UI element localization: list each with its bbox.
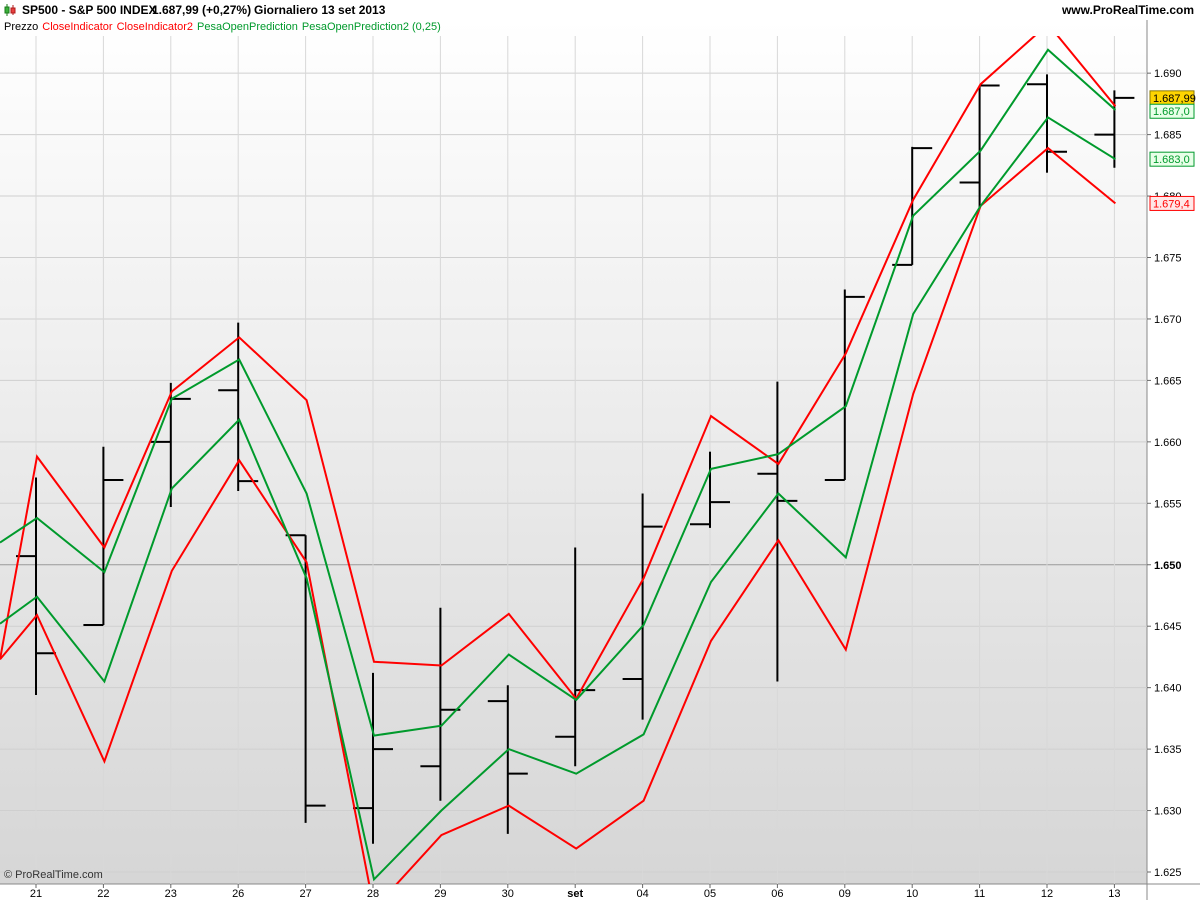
site-url[interactable]: www.ProRealTime.com bbox=[1062, 3, 1194, 17]
x-tick-label: 29 bbox=[434, 888, 446, 900]
y-tick-label: 1.660 bbox=[1154, 437, 1182, 449]
legend-prezzo[interactable]: Prezzo bbox=[4, 21, 38, 33]
chart: 1.625 1.630 1.635 1.640 1.645 1.650 1.655 1.660… bbox=[0, 20, 1200, 900]
price-change: 1.687,99 (+0,27%) bbox=[152, 3, 252, 17]
x-tick-label: 28 bbox=[367, 888, 379, 900]
price-label-text: 1.687,99 bbox=[1153, 93, 1196, 105]
copyright: © ProRealTime.com bbox=[4, 869, 103, 881]
x-tick-label: 12 bbox=[1041, 888, 1053, 900]
x-tick-label: 09 bbox=[839, 888, 851, 900]
x-tick-label: 11 bbox=[974, 888, 985, 900]
x-tick-label: 04 bbox=[636, 888, 648, 900]
x-tick-label: 23 bbox=[165, 888, 177, 900]
price-label-text: 1.683,0 bbox=[1153, 154, 1190, 166]
y-tick-label: 1.645 bbox=[1154, 621, 1182, 633]
candlestick-icon bbox=[4, 4, 16, 16]
x-tick-label: 22 bbox=[97, 888, 109, 900]
y-tick-label: 1.665 bbox=[1154, 375, 1182, 387]
indicator-legend: Prezzo CloseIndicator CloseIndicator2 PesaO… bbox=[4, 21, 445, 33]
legend-close-indicator[interactable]: CloseIndicator bbox=[42, 21, 112, 33]
y-tick-label: 1.640 bbox=[1154, 683, 1182, 695]
price-label-text: 1.679,4 bbox=[1153, 198, 1190, 210]
y-tick-label: 1.670 bbox=[1154, 314, 1182, 326]
x-tick-label: 06 bbox=[771, 888, 783, 900]
legend-pesa-open-prediction[interactable]: PesaOpenPrediction bbox=[197, 21, 298, 33]
y-tick-label: 1.675 bbox=[1154, 253, 1182, 265]
x-tick-label: 10 bbox=[906, 888, 918, 900]
price-label-text: 1.687,0 bbox=[1153, 106, 1190, 118]
y-tick-label: 1.650 bbox=[1154, 560, 1182, 572]
legend-pesa-open-prediction2[interactable]: PesaOpenPrediction2 (0,25) bbox=[302, 21, 441, 33]
title-bar: SP500 - S&P 500 INDEX 1.687,99 (+0,27%) … bbox=[0, 0, 1200, 20]
x-tick-label: set bbox=[567, 888, 583, 900]
date-axis-area bbox=[0, 884, 1200, 900]
x-tick-label: 05 bbox=[704, 888, 716, 900]
x-tick-label: 13 bbox=[1108, 888, 1120, 900]
x-tick-label: 27 bbox=[299, 888, 311, 900]
y-tick-label: 1.630 bbox=[1154, 806, 1182, 818]
x-tick-label: 21 bbox=[30, 888, 42, 900]
y-tick-label: 1.635 bbox=[1154, 744, 1182, 756]
instrument-name: SP500 - S&P 500 INDEX bbox=[22, 3, 157, 17]
y-tick-label: 1.690 bbox=[1154, 68, 1182, 80]
period-date: Giornaliero 13 set 2013 bbox=[254, 3, 386, 17]
legend-close-indicator2[interactable]: CloseIndicator2 bbox=[117, 21, 193, 33]
x-tick-label: 30 bbox=[502, 888, 514, 900]
x-tick-label: 26 bbox=[232, 888, 244, 900]
plot-area bbox=[0, 20, 1147, 884]
y-tick-label: 1.685 bbox=[1154, 130, 1182, 142]
y-tick-label: 1.655 bbox=[1154, 498, 1182, 510]
y-tick-label: 1.625 bbox=[1154, 867, 1182, 879]
